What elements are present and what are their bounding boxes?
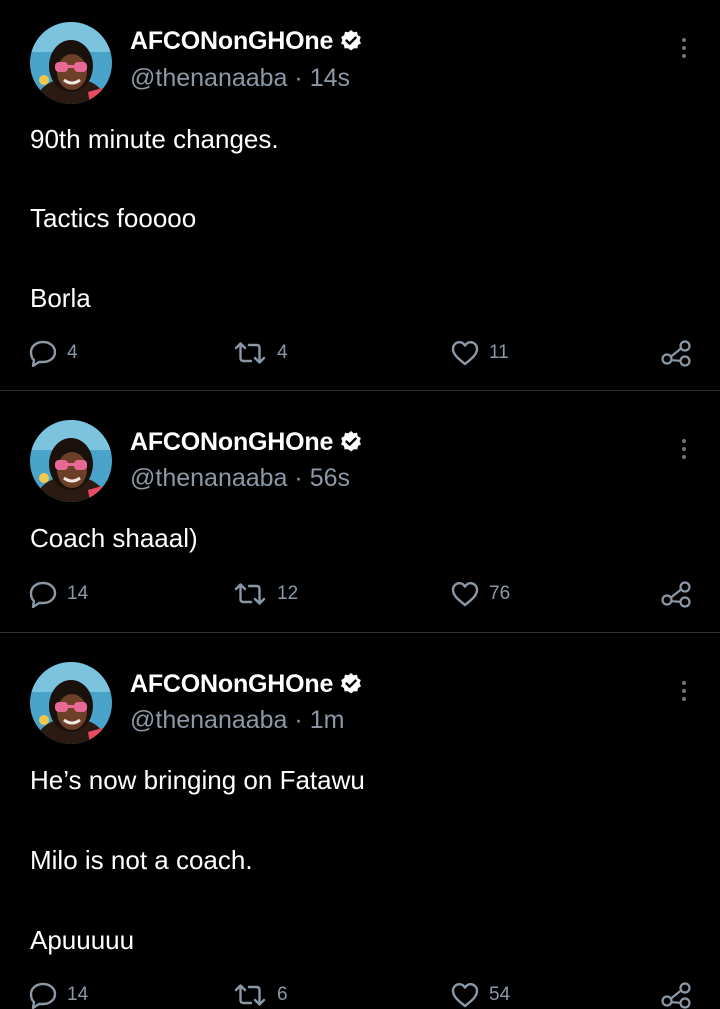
retweet-count: 12	[277, 583, 299, 604]
tweet-feed: AFCONonGHOne @thenanaaba · 14s 90th minu…	[0, 0, 720, 1009]
tweet-text: Borla	[30, 283, 91, 313]
retweet-icon	[234, 342, 266, 364]
verified-badge-icon	[339, 672, 363, 696]
reply-icon	[29, 581, 57, 608]
separator: ·	[287, 64, 310, 92]
reply-count: 14	[67, 984, 89, 1005]
avatar[interactable]	[30, 420, 112, 502]
handle-time-row: @thenanaaba · 14s	[130, 62, 350, 94]
more-vertical-icon[interactable]	[674, 34, 694, 62]
like-button[interactable]: 54	[450, 981, 510, 1009]
tweet-text: Milo is not a coach.	[30, 845, 253, 875]
reply-count: 14	[67, 583, 89, 604]
reply-button[interactable]: 4	[28, 339, 78, 367]
tweet-text: 90th minute changes.	[30, 124, 279, 154]
share-icon	[661, 581, 691, 608]
handle[interactable]: @thenanaaba	[130, 464, 287, 492]
display-name[interactable]: AFCONonGHOne	[130, 670, 333, 699]
tweet[interactable]: AFCONonGHOne @thenanaaba · 56s Coach sha…	[0, 391, 720, 632]
handle-time-row: @thenanaaba · 56s	[130, 462, 350, 494]
retweet-button[interactable]: 12	[232, 580, 298, 608]
retweet-icon	[234, 583, 266, 605]
retweet-button[interactable]: 6	[232, 981, 288, 1009]
reply-icon	[29, 340, 57, 367]
handle[interactable]: @thenanaaba	[130, 706, 287, 734]
heart-icon	[451, 582, 479, 607]
timestamp[interactable]: 56s	[310, 464, 350, 492]
share-icon	[661, 982, 691, 1009]
tweet-text: He’s now bringing on Fatawu	[30, 765, 365, 795]
tweet[interactable]: AFCONonGHOne @thenanaaba · 1m He’s now b…	[0, 633, 720, 1009]
author-row: AFCONonGHOne	[130, 26, 363, 56]
author-row: AFCONonGHOne	[130, 427, 363, 457]
reply-count: 4	[67, 342, 78, 363]
share-button[interactable]	[660, 580, 692, 608]
avatar[interactable]	[30, 662, 112, 744]
avatar[interactable]	[30, 22, 112, 104]
heart-icon	[451, 341, 479, 366]
share-button[interactable]	[660, 339, 692, 367]
share-button[interactable]	[660, 981, 692, 1009]
verified-badge-icon	[339, 29, 363, 53]
tweet[interactable]: AFCONonGHOne @thenanaaba · 14s 90th minu…	[0, 0, 720, 390]
reply-icon	[29, 982, 57, 1009]
reply-button[interactable]: 14	[28, 981, 88, 1009]
author-row: AFCONonGHOne	[130, 669, 363, 699]
retweet-icon	[234, 984, 266, 1006]
tweet-text: Coach shaaal)	[30, 523, 198, 553]
tweet-text: Tactics fooooo	[30, 203, 197, 233]
like-count: 54	[489, 984, 511, 1005]
display-name[interactable]: AFCONonGHOne	[130, 428, 333, 457]
separator: ·	[287, 706, 310, 734]
handle[interactable]: @thenanaaba	[130, 64, 287, 92]
heart-icon	[451, 983, 479, 1008]
reply-button[interactable]: 14	[28, 580, 88, 608]
like-button[interactable]: 76	[450, 580, 510, 608]
like-button[interactable]: 11	[450, 339, 509, 367]
display-name[interactable]: AFCONonGHOne	[130, 27, 333, 56]
share-icon	[661, 340, 691, 367]
timestamp[interactable]: 1m	[310, 706, 345, 734]
separator: ·	[287, 464, 310, 492]
retweet-button[interactable]: 4	[232, 339, 288, 367]
like-count: 11	[489, 342, 509, 363]
like-count: 76	[489, 583, 511, 604]
timestamp[interactable]: 14s	[310, 64, 350, 92]
retweet-count: 6	[277, 984, 288, 1005]
more-vertical-icon[interactable]	[674, 677, 694, 705]
tweet-text: Apuuuuu	[30, 925, 135, 955]
more-vertical-icon[interactable]	[674, 435, 694, 463]
retweet-count: 4	[277, 342, 288, 363]
verified-badge-icon	[339, 430, 363, 454]
handle-time-row: @thenanaaba · 1m	[130, 704, 344, 736]
